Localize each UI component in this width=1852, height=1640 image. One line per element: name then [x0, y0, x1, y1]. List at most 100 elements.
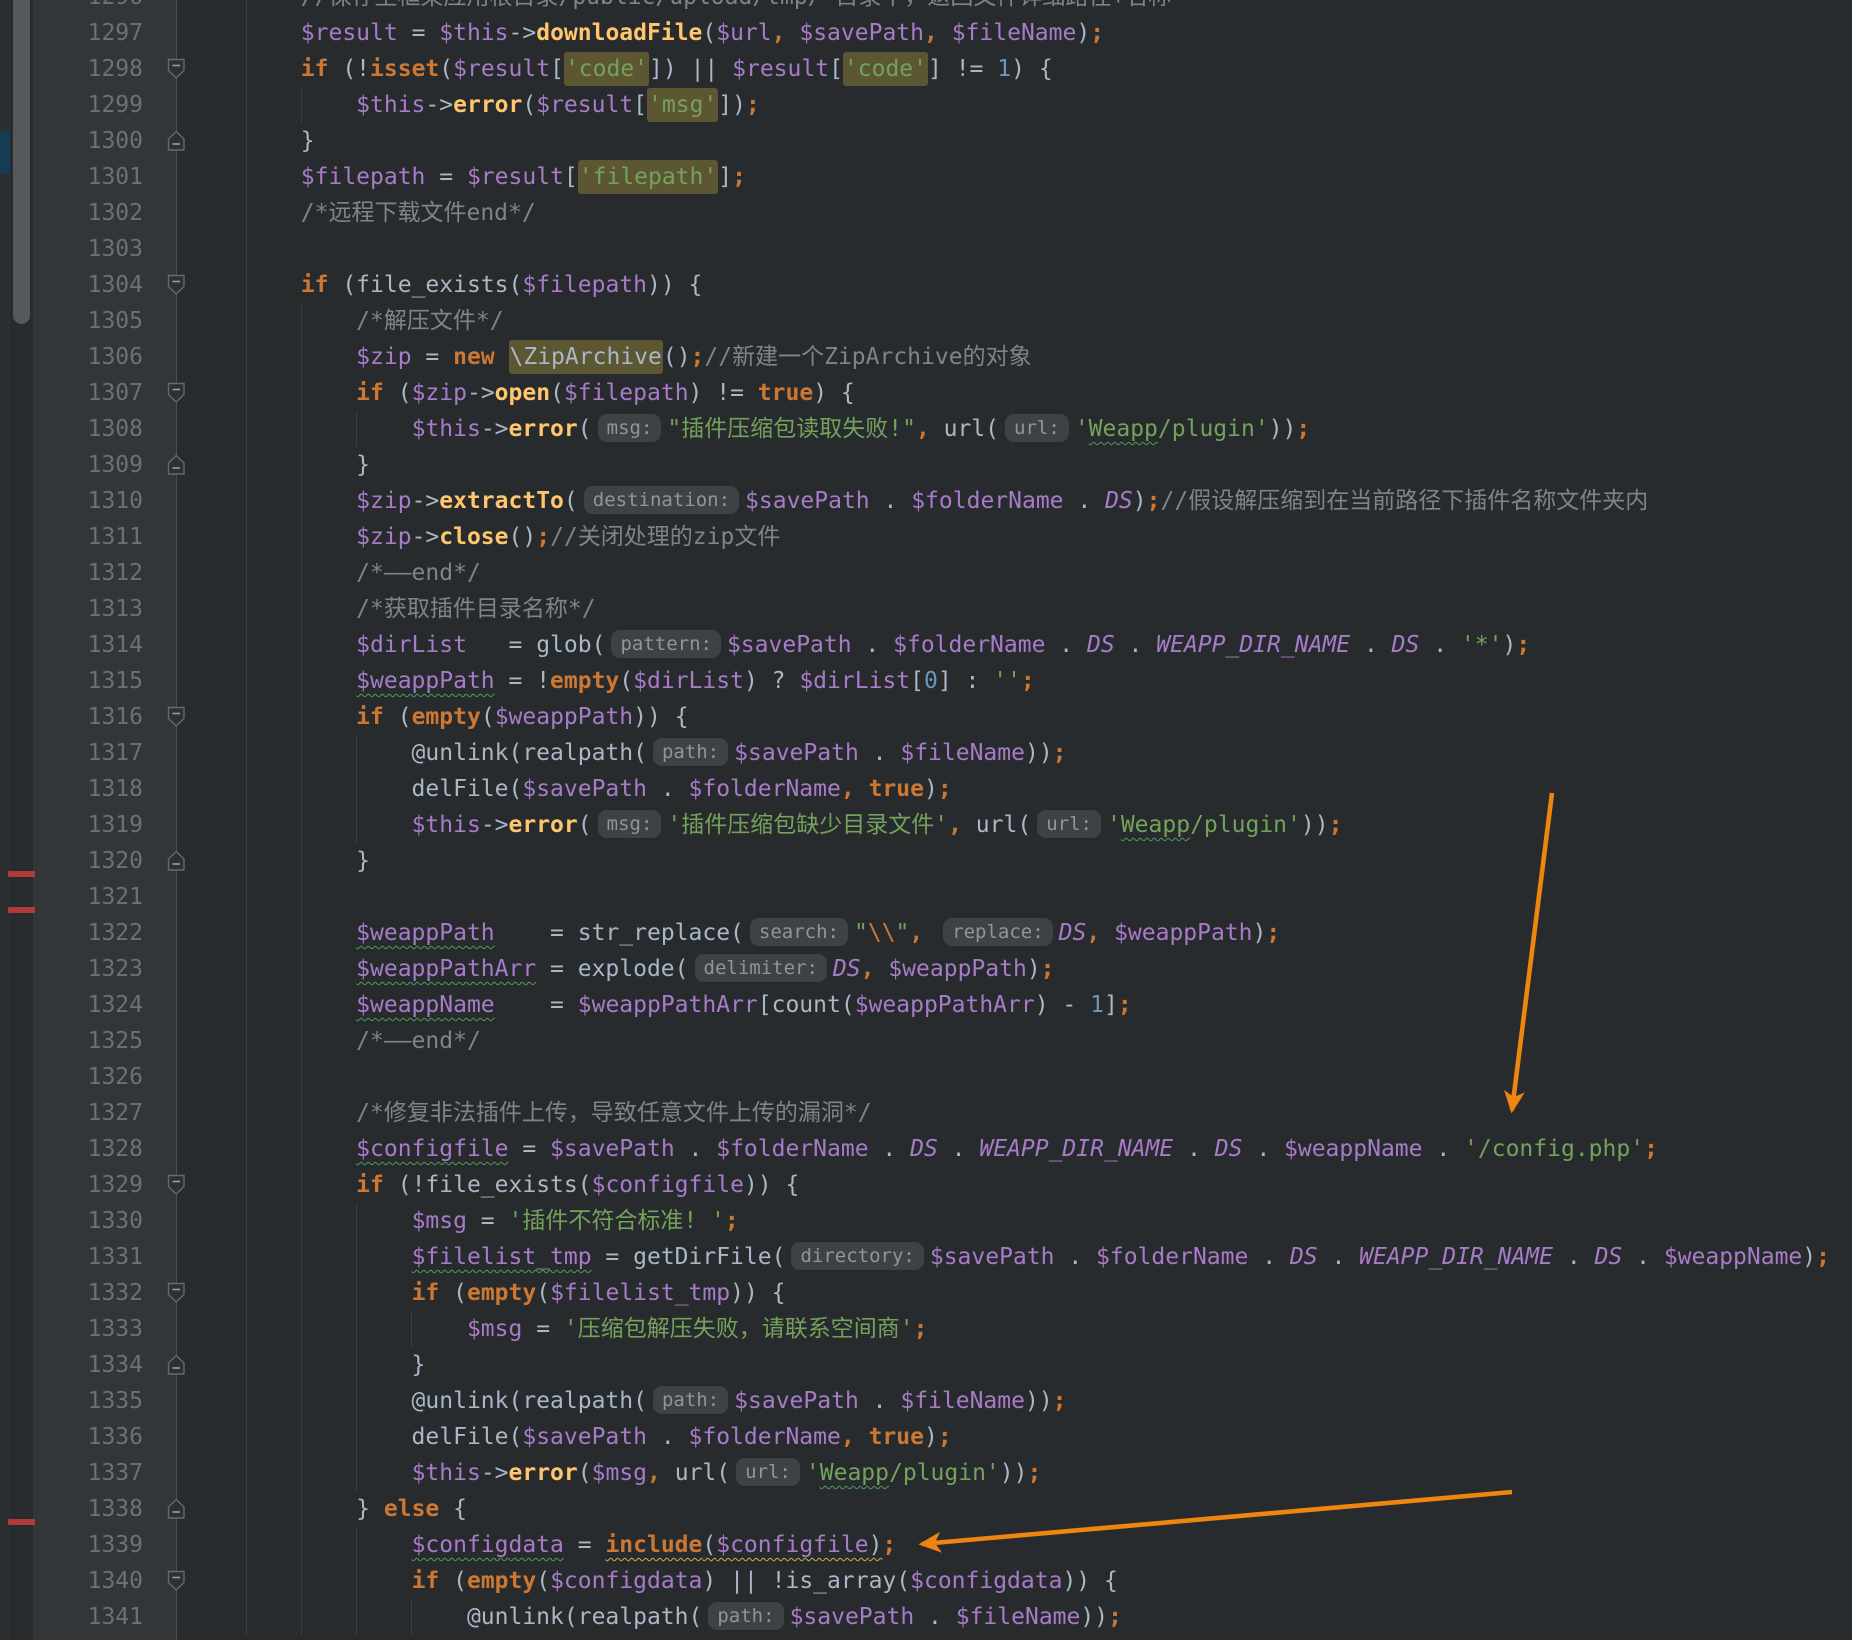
- line-number[interactable]: 1338: [67, 1491, 143, 1527]
- line-number[interactable]: 1337: [67, 1455, 143, 1491]
- code-line[interactable]: /*远程下载文件end*/: [190, 195, 1852, 231]
- line-number[interactable]: 1313: [67, 591, 143, 627]
- code-line[interactable]: $weappPathArr = explode(delimiter:DS, $w…: [190, 951, 1852, 987]
- line-number[interactable]: 1318: [67, 771, 143, 807]
- fold-end-icon[interactable]: [167, 454, 186, 476]
- line-number[interactable]: 1327: [67, 1095, 143, 1131]
- line-number[interactable]: 1319: [67, 807, 143, 843]
- diff-deleted-lines-marker[interactable]: [8, 871, 35, 877]
- line-number[interactable]: 1335: [67, 1383, 143, 1419]
- code-line[interactable]: $zip->extractTo(destination:$savePath . …: [190, 483, 1852, 519]
- code-line[interactable]: [190, 231, 1852, 267]
- line-number[interactable]: 1321: [67, 879, 143, 915]
- code-line[interactable]: /*修复非法插件上传，导致任意文件上传的漏洞*/: [190, 1095, 1852, 1131]
- fold-end-icon[interactable]: [167, 130, 186, 152]
- code-line[interactable]: /*——end*/: [190, 1023, 1852, 1059]
- line-number[interactable]: 1325: [67, 1023, 143, 1059]
- fold-end-icon[interactable]: [167, 850, 186, 872]
- line-number[interactable]: 1307: [67, 375, 143, 411]
- code-line[interactable]: /*解压文件*/: [190, 303, 1852, 339]
- code-line[interactable]: }: [190, 1347, 1852, 1383]
- code-line[interactable]: $weappName = $weappPathArr[count($weappP…: [190, 987, 1852, 1023]
- code-line[interactable]: $weappPath = !empty($dirList) ? $dirList…: [190, 663, 1852, 699]
- code-line[interactable]: $filepath = $result['filepath'];: [190, 159, 1852, 195]
- code-line[interactable]: @unlink(realpath(path:$savePath . $fileN…: [190, 1383, 1852, 1419]
- fold-collapse-icon[interactable]: [167, 1174, 186, 1196]
- code-line[interactable]: $configfile = $savePath . $folderName . …: [190, 1131, 1852, 1167]
- line-number[interactable]: 1326: [67, 1059, 143, 1095]
- code-line[interactable]: delFile($savePath . $folderName, true);: [190, 1419, 1852, 1455]
- line-number[interactable]: 1303: [67, 231, 143, 267]
- line-number[interactable]: 1304: [67, 267, 143, 303]
- line-number[interactable]: 1311: [67, 519, 143, 555]
- code-line[interactable]: $result = $this->downloadFile($url, $sav…: [190, 15, 1852, 51]
- code-line[interactable]: [190, 879, 1852, 915]
- code-line[interactable]: $msg = '插件不符合标准! ';: [190, 1203, 1852, 1239]
- code-line[interactable]: } else {: [190, 1491, 1852, 1527]
- code-line[interactable]: //保存至框架应用根目录/public/upload/tmp/ 目录中，返回文件…: [190, 0, 1852, 15]
- code-line[interactable]: delFile($savePath . $folderName, true);: [190, 771, 1852, 807]
- code-line[interactable]: if (empty($weappPath)) {: [190, 699, 1852, 735]
- line-number[interactable]: 1299: [67, 87, 143, 123]
- fold-collapse-icon[interactable]: [167, 1570, 186, 1592]
- fold-collapse-icon[interactable]: [167, 706, 186, 728]
- code-line[interactable]: if (!file_exists($configfile)) {: [190, 1167, 1852, 1203]
- line-number[interactable]: 1336: [67, 1419, 143, 1455]
- line-number[interactable]: 1317: [67, 735, 143, 771]
- fold-end-icon[interactable]: [167, 1354, 186, 1376]
- line-number[interactable]: 1331: [67, 1239, 143, 1275]
- line-number[interactable]: 1305: [67, 303, 143, 339]
- line-number[interactable]: 1312: [67, 555, 143, 591]
- code-line[interactable]: $this->error(msg:'插件压缩包缺少目录文件', url(url:…: [190, 807, 1852, 843]
- code-line[interactable]: if ($zip->open($filepath) != true) {: [190, 375, 1852, 411]
- code-line[interactable]: $msg = '压缩包解压失败，请联系空间商';: [190, 1311, 1852, 1347]
- line-number[interactable]: 1301: [67, 159, 143, 195]
- code-line[interactable]: }: [190, 843, 1852, 879]
- code-line[interactable]: $dirList = glob(pattern:$savePath . $fol…: [190, 627, 1852, 663]
- line-number[interactable]: 1322: [67, 915, 143, 951]
- code-line[interactable]: $zip = new \ZipArchive();//新建一个ZipArchiv…: [190, 339, 1852, 375]
- code-line[interactable]: /*获取插件目录名称*/: [190, 591, 1852, 627]
- code-line[interactable]: $this->error($result['msg']);: [190, 87, 1852, 123]
- line-number[interactable]: 1308: [67, 411, 143, 447]
- line-number[interactable]: 1339: [67, 1527, 143, 1563]
- code-line[interactable]: $configdata = include($configfile);: [190, 1527, 1852, 1563]
- code-line[interactable]: if (!isset($result['code']) || $result['…: [190, 51, 1852, 87]
- line-number[interactable]: 1324: [67, 987, 143, 1023]
- line-number[interactable]: 1316: [67, 699, 143, 735]
- line-number[interactable]: 1329: [67, 1167, 143, 1203]
- code-line[interactable]: /*——end*/: [190, 555, 1852, 591]
- code-line[interactable]: [190, 1059, 1852, 1095]
- fold-collapse-icon[interactable]: [167, 382, 186, 404]
- line-number[interactable]: 1306: [67, 339, 143, 375]
- diff-deleted-lines-marker[interactable]: [8, 1519, 35, 1525]
- line-number[interactable]: 1334: [67, 1347, 143, 1383]
- line-number[interactable]: 1298: [67, 51, 143, 87]
- line-number[interactable]: 1297: [67, 15, 143, 51]
- code-line[interactable]: $this->error(msg:"插件压缩包读取失败!", url(url:'…: [190, 411, 1852, 447]
- line-number[interactable]: 1309: [67, 447, 143, 483]
- code-line[interactable]: if (empty($filelist_tmp)) {: [190, 1275, 1852, 1311]
- fold-collapse-icon[interactable]: [167, 274, 186, 296]
- line-number[interactable]: 1315: [67, 663, 143, 699]
- code-line[interactable]: }: [190, 447, 1852, 483]
- code-line[interactable]: }: [190, 123, 1852, 159]
- code-line[interactable]: if (empty($configdata) || !is_array($con…: [190, 1563, 1852, 1599]
- code-line[interactable]: @unlink(realpath(path:$savePath . $fileN…: [190, 1599, 1852, 1635]
- line-number[interactable]: 1302: [67, 195, 143, 231]
- code-line[interactable]: $weappPath = str_replace(search:"\\", re…: [190, 915, 1852, 951]
- fold-end-icon[interactable]: [167, 1498, 186, 1520]
- fold-collapse-icon[interactable]: [167, 58, 186, 80]
- line-number[interactable]: 1328: [67, 1131, 143, 1167]
- code-line[interactable]: @unlink(realpath(path:$savePath . $fileN…: [190, 735, 1852, 771]
- line-number[interactable]: 1300: [67, 123, 143, 159]
- line-number[interactable]: 1333: [67, 1311, 143, 1347]
- line-number[interactable]: 1296: [67, 0, 143, 15]
- code-line[interactable]: if (file_exists($filepath)) {: [190, 267, 1852, 303]
- editor-gutter[interactable]: 1296129712981299130013011302130313041305…: [33, 0, 177, 1640]
- panel-scrollbar-thumb[interactable]: [13, 0, 30, 324]
- line-number[interactable]: 1314: [67, 627, 143, 663]
- line-number[interactable]: 1310: [67, 483, 143, 519]
- line-number[interactable]: 1332: [67, 1275, 143, 1311]
- line-number[interactable]: 1340: [67, 1563, 143, 1599]
